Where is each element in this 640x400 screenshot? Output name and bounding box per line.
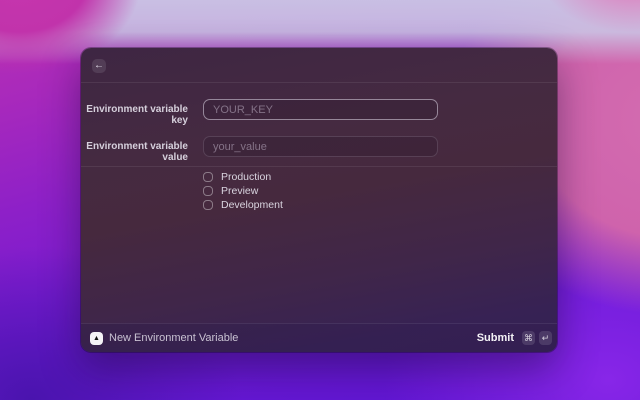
environment-checkbox-group: Production Preview Development: [203, 170, 283, 212]
command-title: New Environment Variable: [109, 332, 239, 344]
env-value-label: Environment variable value: [86, 141, 188, 163]
env-key-input[interactable]: [203, 99, 438, 120]
vercel-triangle-glyph: ▲: [93, 334, 100, 342]
form-section-divider: [81, 166, 557, 167]
checkbox-unchecked-icon: [203, 200, 213, 210]
window-header: ←: [81, 48, 557, 83]
checkbox-preview[interactable]: Preview: [203, 184, 283, 198]
back-arrow-icon: ←: [94, 60, 104, 71]
submit-button[interactable]: Submit: [477, 332, 514, 344]
checkbox-development[interactable]: Development: [203, 198, 283, 212]
command-key-icon: ⌘: [522, 331, 535, 345]
new-environment-variable-window: ← Environment variable key Environment v…: [81, 48, 557, 352]
action-bar: ▲ New Environment Variable Submit ⌘ ↵: [81, 323, 557, 352]
checkbox-production-label: Production: [221, 171, 272, 183]
checkbox-unchecked-icon: [203, 172, 213, 182]
back-button[interactable]: ←: [92, 59, 106, 73]
checkbox-development-label: Development: [221, 199, 283, 211]
checkbox-production[interactable]: Production: [203, 170, 283, 184]
return-key-icon: ↵: [539, 331, 552, 345]
desktop-wallpaper: ← Environment variable key Environment v…: [0, 0, 640, 400]
checkbox-unchecked-icon: [203, 186, 213, 196]
checkbox-preview-label: Preview: [221, 185, 259, 197]
action-bar-right: Submit ⌘ ↵: [477, 331, 552, 345]
vercel-icon: ▲: [90, 331, 103, 345]
env-value-input[interactable]: [203, 136, 438, 157]
env-key-label: Environment variable key: [86, 104, 188, 126]
